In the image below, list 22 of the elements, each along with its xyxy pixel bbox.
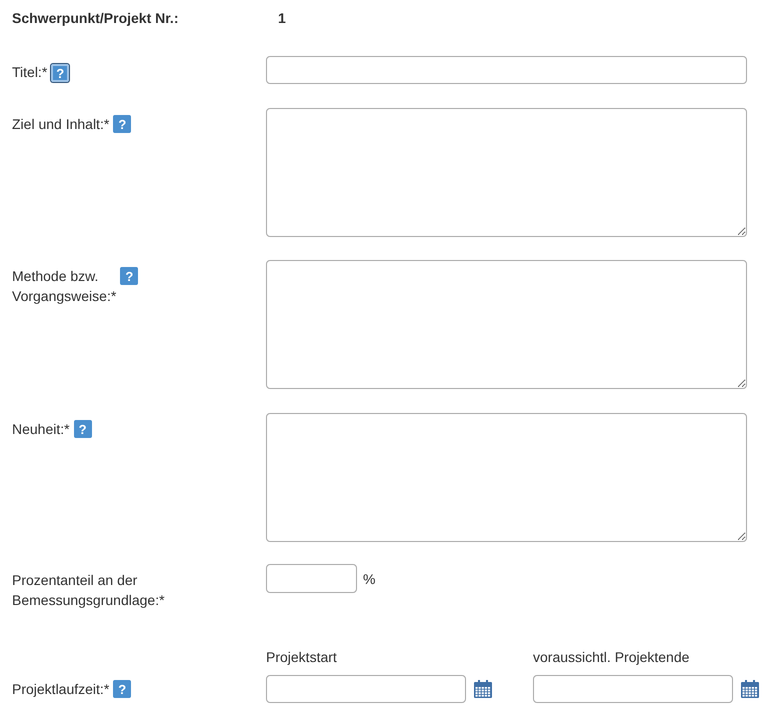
percent-unit: % xyxy=(363,570,376,586)
calendar-icon[interactable] xyxy=(740,679,760,699)
calendar-icon[interactable] xyxy=(473,679,493,699)
date-caption: voraussichtl. Projektende xyxy=(533,648,690,666)
field-label: Prozentanteil an der Bemessungsgrundlage:* xyxy=(12,571,165,610)
field-label: Ziel und Inhalt:* xyxy=(12,115,110,134)
date-caption: Projektstart xyxy=(266,648,338,666)
help-icon[interactable]: ? xyxy=(113,115,132,133)
field-label: Projektlaufzeit:* xyxy=(12,680,110,699)
title-input[interactable] xyxy=(266,56,747,84)
project-number-label: Schwerpunkt/Projekt Nr.: xyxy=(12,10,180,26)
date-input[interactable] xyxy=(533,675,733,703)
field-label: Titel:* xyxy=(12,63,48,82)
help-icon[interactable]: ? xyxy=(113,680,132,698)
field-label: Neuheit:* xyxy=(12,420,70,439)
help-icon[interactable]: ? xyxy=(74,420,92,438)
field-label: Methode bzw. Vorgangsweise:* xyxy=(12,267,116,306)
project-number-value: 1 xyxy=(278,10,287,26)
date-input[interactable] xyxy=(266,675,466,703)
percent-input[interactable] xyxy=(266,564,357,593)
help-icon[interactable]: ? xyxy=(51,64,70,82)
help-icon[interactable]: ? xyxy=(120,267,138,285)
